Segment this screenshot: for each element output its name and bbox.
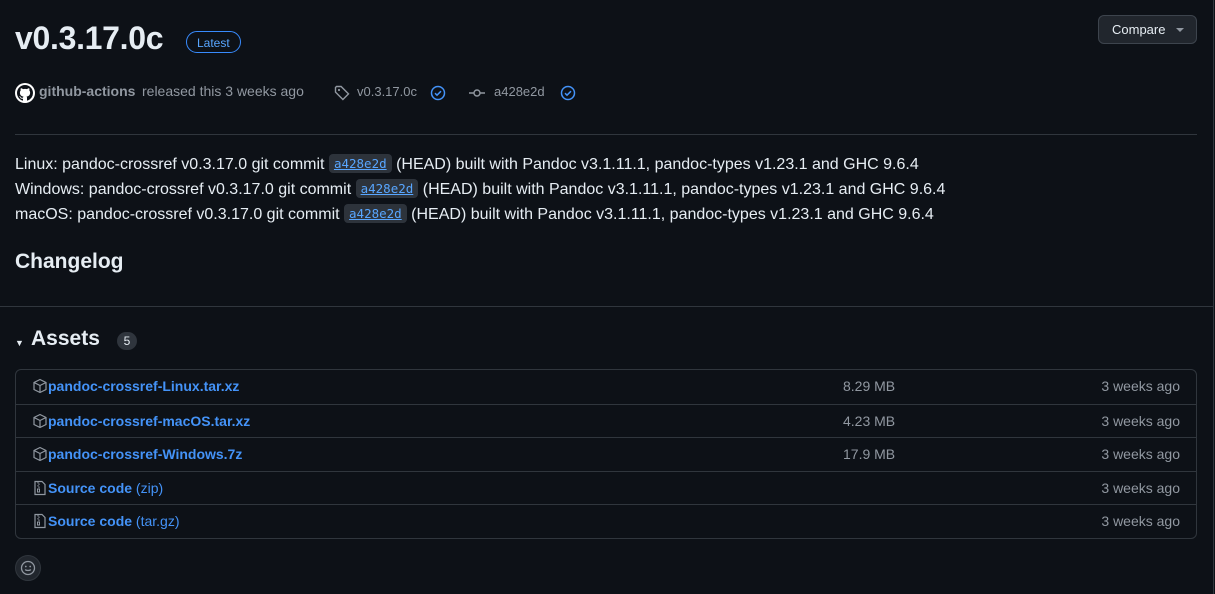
release-title[interactable]: v0.3.17.0c bbox=[15, 20, 164, 57]
verified-icon[interactable] bbox=[430, 85, 446, 104]
package-icon bbox=[32, 413, 48, 434]
asset-time: 3 weeks ago bbox=[1101, 446, 1180, 463]
file-zip-icon bbox=[32, 480, 48, 501]
compare-label: Compare bbox=[1112, 22, 1166, 37]
notes-line-macos: macOS: pandoc-crossref v0.3.17.0 git com… bbox=[15, 202, 945, 227]
compare-button[interactable]: Compare bbox=[1098, 15, 1197, 44]
asset-row: pandoc-crossref-macOS.tar.xz 4.23 MB 3 w… bbox=[16, 403, 1196, 438]
package-icon bbox=[32, 446, 48, 467]
notes-text: Windows: pandoc-crossref v0.3.17.0 git c… bbox=[15, 181, 352, 198]
commit-code-link[interactable]: a428e2d bbox=[344, 204, 407, 223]
verified-icon[interactable] bbox=[560, 85, 576, 104]
file-zip-icon bbox=[32, 513, 48, 534]
release-notes: Linux: pandoc-crossref v0.3.17.0 git com… bbox=[15, 152, 945, 227]
avatar[interactable] bbox=[15, 83, 35, 103]
asset-size: 8.29 MB bbox=[843, 378, 896, 394]
asset-row: pandoc-crossref-Linux.tar.xz 8.29 MB 3 w… bbox=[16, 370, 1196, 404]
release-meta: github-actions released this 3 weeks ago… bbox=[15, 81, 615, 103]
tag-link[interactable]: v0.3.17.0c bbox=[357, 84, 417, 99]
triangle-down-icon: ▼ bbox=[15, 338, 24, 348]
asset-suffix: (zip) bbox=[135, 479, 164, 496]
notes-text: Linux: pandoc-crossref v0.3.17.0 git com… bbox=[15, 156, 325, 173]
notes-text: (HEAD) built with Pandoc v3.1.11.1, pand… bbox=[422, 181, 946, 198]
notes-line-windows: Windows: pandoc-crossref v0.3.17.0 git c… bbox=[15, 177, 945, 202]
asset-time: 3 weeks ago bbox=[1101, 378, 1180, 394]
asset-link[interactable]: pandoc-crossref-macOS.tar.xz bbox=[48, 413, 250, 429]
asset-name: pandoc-crossref-Linux.tar.xz bbox=[48, 378, 240, 394]
asset-size: 17.9 MB bbox=[843, 446, 896, 463]
asset-size: 4.23 MB bbox=[843, 412, 896, 429]
commit-code-link[interactable]: a428e2d bbox=[328, 154, 392, 173]
assets-list: pandoc-crossref-Linux.tar.xz 8.29 MB 3 w… bbox=[15, 369, 1197, 539]
notes-text: (HEAD) built with Pandoc v3.1.11.1, pand… bbox=[396, 156, 919, 173]
asset-suffix: (tar.gz) bbox=[135, 513, 180, 530]
assets-toggle[interactable]: ▼ Assets 5 bbox=[15, 327, 315, 355]
latest-badge: Latest bbox=[186, 31, 241, 53]
asset-row: pandoc-crossref-Windows.7z 17.9 MB 3 wee… bbox=[16, 437, 1196, 471]
asset-name: pandoc-crossref-macOS.tar.xz bbox=[48, 412, 251, 429]
chevron-down-icon bbox=[1176, 28, 1184, 32]
notes-text: macOS: pandoc-crossref v0.3.17.0 git com… bbox=[15, 206, 340, 223]
divider bbox=[15, 134, 1197, 135]
notes-line-linux: Linux: pandoc-crossref v0.3.17.0 git com… bbox=[15, 152, 945, 177]
asset-link[interactable]: pandoc-crossref-Windows.7z bbox=[48, 446, 242, 462]
commit-link[interactable]: a428e2d bbox=[494, 84, 545, 99]
commit-icon bbox=[469, 85, 485, 104]
asset-row: Source code (zip) 3 weeks ago bbox=[16, 470, 1196, 505]
assets-count-badge: 5 bbox=[117, 332, 137, 350]
asset-time: 3 weeks ago bbox=[1101, 479, 1180, 496]
asset-link[interactable]: Source code (zip) bbox=[48, 480, 163, 496]
asset-name: Source code bbox=[48, 513, 133, 530]
asset-name: Source code bbox=[48, 479, 133, 496]
asset-link[interactable]: Source code (tar.gz) bbox=[48, 513, 180, 529]
github-mark-icon bbox=[17, 85, 33, 101]
notes-text: (HEAD) built with Pandoc v3.1.11.1, pand… bbox=[411, 206, 934, 223]
tag-icon bbox=[334, 85, 350, 104]
asset-time: 3 weeks ago bbox=[1101, 513, 1180, 530]
author-link[interactable]: github-actions bbox=[39, 83, 135, 99]
add-reaction-button[interactable] bbox=[15, 555, 41, 581]
divider bbox=[0, 306, 1213, 307]
changelog-heading: Changelog bbox=[15, 250, 124, 273]
asset-link[interactable]: pandoc-crossref-Linux.tar.xz bbox=[48, 378, 239, 394]
package-icon bbox=[32, 378, 48, 399]
commit-code-link[interactable]: a428e2d bbox=[355, 179, 419, 198]
assets-heading: Assets bbox=[31, 327, 100, 350]
asset-row: Source code (tar.gz) 3 weeks ago bbox=[16, 504, 1196, 538]
released-text: released this 3 weeks ago bbox=[142, 83, 304, 99]
asset-name: pandoc-crossref-Windows.7z bbox=[48, 446, 243, 463]
asset-time: 3 weeks ago bbox=[1101, 412, 1180, 429]
smiley-icon bbox=[20, 560, 36, 576]
